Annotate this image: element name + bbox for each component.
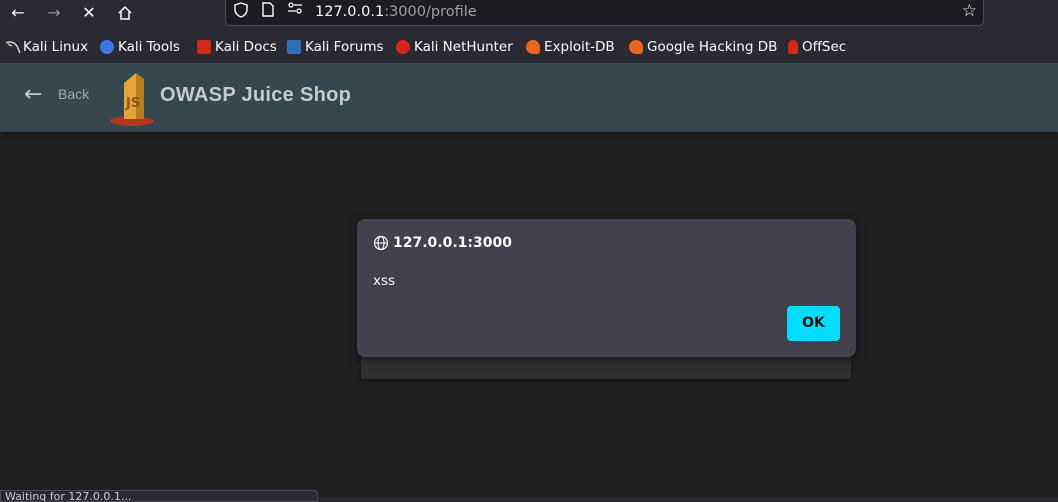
kali-docs-icon	[197, 40, 211, 54]
globe-icon	[373, 235, 389, 251]
permissions-icon[interactable]	[286, 2, 304, 20]
offsec-icon	[788, 40, 798, 54]
bookmarks-toolbar: Kali Linux Kali Tools Kali Docs Kali For…	[0, 34, 1058, 60]
back-arrow-icon[interactable]: ←	[6, 2, 30, 24]
alert-dialog: 127.0.0.1:3000 xss OK	[357, 219, 856, 357]
app-toolbar: ← Back JS OWASP Juice Shop	[0, 63, 1058, 132]
bookmark-label: Kali Tools	[118, 39, 180, 55]
bookmark-label: Kali Forums	[305, 39, 384, 55]
bookmark-label: Kali Docs	[215, 39, 277, 55]
bookmark-kali-docs[interactable]: Kali Docs	[197, 38, 277, 56]
bookmark-offsec[interactable]: OffSec	[788, 38, 846, 56]
tracking-protection-icon[interactable]	[232, 2, 250, 20]
kali-tools-icon	[100, 40, 114, 54]
exploit-db-icon	[526, 40, 540, 54]
forward-arrow-icon[interactable]: →	[42, 2, 66, 24]
dialog-message: xss	[373, 273, 396, 289]
url-host: 127.0.0.1	[315, 4, 385, 20]
bookmark-label: Google Hacking DB	[647, 39, 778, 55]
bookmark-label: Exploit-DB	[544, 39, 615, 55]
bookmark-google-hacking-db[interactable]: Google Hacking DB	[629, 38, 777, 56]
url-path: :3000/profile	[384, 4, 477, 20]
svg-text:JS: JS	[125, 96, 140, 111]
ghdb-icon	[629, 40, 643, 54]
bookmark-label: OffSec	[802, 39, 847, 55]
bookmark-kali-tools[interactable]: Kali Tools	[100, 38, 180, 56]
home-icon[interactable]	[113, 2, 137, 24]
kali-forums-icon	[287, 40, 301, 54]
url-text: 127.0.0.1:3000/profile	[315, 4, 477, 20]
bookmark-label: Kali Linux	[23, 39, 89, 55]
ok-button[interactable]: OK	[787, 306, 840, 341]
stop-loading-icon[interactable]: ✕	[77, 2, 101, 24]
browser-toolbar: ← → ✕ 127.0.0.1:3000/profile ☆	[0, 0, 1058, 28]
app-title[interactable]: OWASP Juice Shop	[160, 84, 351, 107]
bookmark-exploit-db[interactable]: Exploit-DB	[526, 38, 615, 56]
back-label[interactable]: Back	[58, 86, 89, 102]
status-bar: Waiting for 127.0.0.1...	[0, 490, 318, 502]
url-bar[interactable]: 127.0.0.1:3000/profile ☆	[225, 0, 984, 26]
page-info-icon[interactable]	[259, 2, 277, 20]
kali-nethunter-icon	[396, 40, 410, 54]
bookmark-kali-nethunter[interactable]: Kali NetHunter	[396, 38, 513, 56]
dialog-origin: 127.0.0.1:3000	[393, 235, 512, 251]
bookmark-kali-forums[interactable]: Kali Forums	[287, 38, 384, 56]
kali-dragon-icon	[5, 40, 21, 54]
back-arrow-icon[interactable]: ←	[24, 82, 42, 107]
juice-shop-logo-icon[interactable]: JS	[110, 69, 158, 127]
star-icon[interactable]: ☆	[962, 1, 977, 21]
bookmark-label: Kali NetHunter	[414, 39, 513, 55]
bookmark-kali-linux[interactable]: Kali Linux	[5, 38, 88, 56]
